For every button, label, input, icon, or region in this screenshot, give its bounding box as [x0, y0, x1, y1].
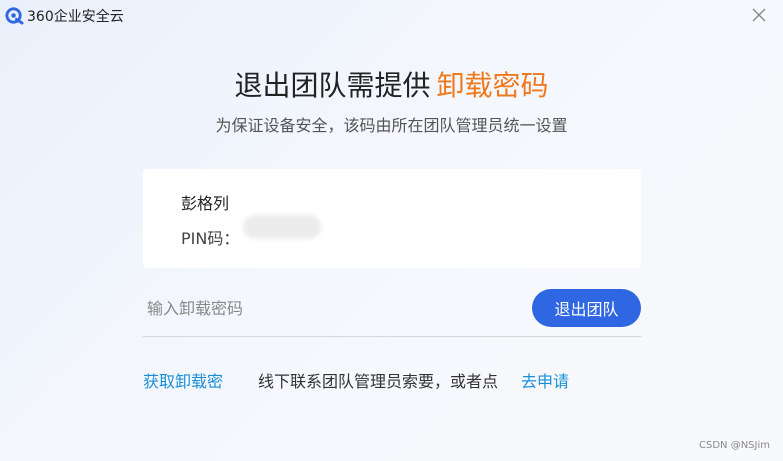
uninstall-password-input[interactable]	[143, 290, 521, 326]
title-accent: 卸载密码	[436, 69, 549, 102]
user-info-card: 彭格列 PIN码：	[143, 169, 641, 268]
title-main: 退出团队需提供	[234, 69, 431, 102]
title-bar: 360企业安全云	[0, 0, 783, 32]
360-logo-icon	[5, 7, 24, 25]
app-title: 360企业安全云	[27, 9, 124, 25]
get-password-link[interactable]: 获取卸载密	[143, 368, 223, 392]
page-subtitle: 为保证设备安全，该码由所在团队管理员统一设置	[215, 116, 568, 135]
exit-team-button[interactable]: 退出团队	[532, 289, 641, 327]
apply-link[interactable]: 去申请	[521, 368, 569, 392]
watermark: CSDN @NSJim	[699, 440, 770, 451]
page-title: 退出团队需提供 卸载密码	[0, 64, 783, 104]
close-icon[interactable]	[749, 5, 769, 25]
pin-value-redacted	[243, 215, 321, 239]
hint-text: 线下联系团队管理员索要，或者点	[258, 372, 499, 391]
pin-label: PIN码：	[181, 229, 240, 248]
input-underline	[143, 336, 641, 337]
user-name: 彭格列	[181, 194, 230, 213]
